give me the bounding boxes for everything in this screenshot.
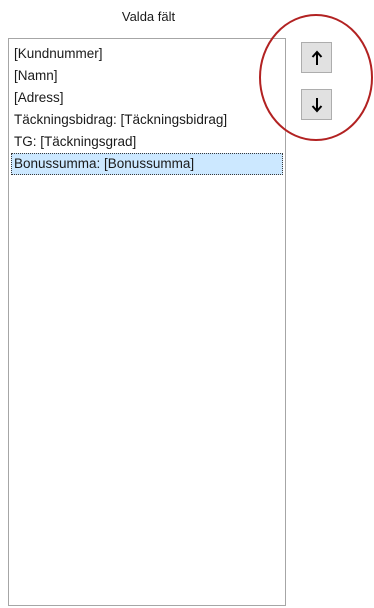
- list-item-selected[interactable]: Bonussumma: [Bonussumma]: [11, 153, 283, 175]
- list-item[interactable]: [Adress]: [11, 87, 283, 109]
- move-up-button[interactable]: [301, 42, 332, 73]
- selected-fields-panel: Valda fält [Kundnummer] [Namn] [Adress] …: [0, 0, 374, 608]
- list-item[interactable]: TG: [Täckningsgrad]: [11, 131, 283, 153]
- arrow-down-icon: [311, 97, 322, 112]
- list-item[interactable]: [Kundnummer]: [11, 43, 283, 65]
- list-item[interactable]: Täckningsbidrag: [Täckningsbidrag]: [11, 109, 283, 131]
- arrow-up-icon: [311, 50, 322, 65]
- panel-title: Valda fält: [121, 9, 176, 24]
- list-item[interactable]: [Namn]: [11, 65, 283, 87]
- selected-fields-listbox[interactable]: [Kundnummer] [Namn] [Adress] Täckningsbi…: [8, 38, 286, 606]
- move-down-button[interactable]: [301, 89, 332, 120]
